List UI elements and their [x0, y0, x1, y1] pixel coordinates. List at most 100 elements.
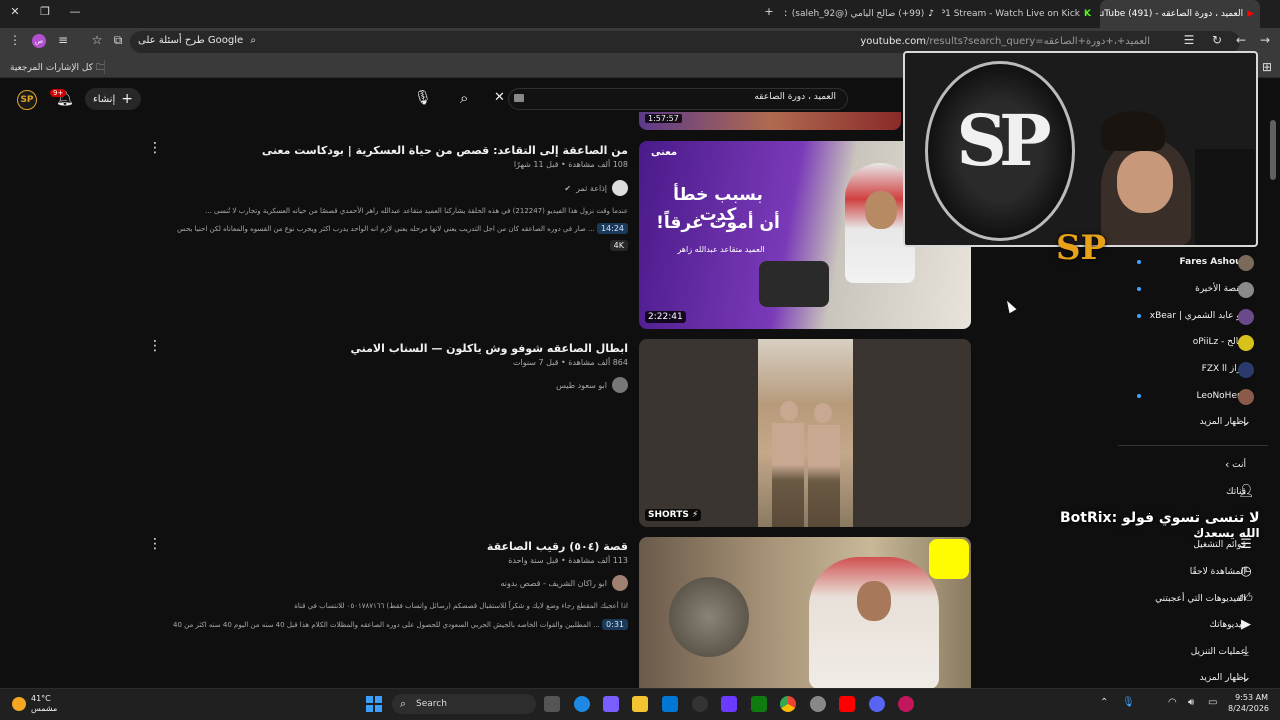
store-icon[interactable]	[662, 696, 678, 712]
cushion-figure	[669, 577, 749, 657]
person-face	[857, 581, 891, 621]
channel-link[interactable]: إذاعة ثمر ✔	[564, 180, 628, 196]
install-app-icon[interactable]: ⧉	[109, 33, 127, 48]
task-view-icon[interactable]	[544, 696, 560, 712]
apps-grid-icon[interactable]: ⊞	[1258, 60, 1276, 74]
app-icon[interactable]	[898, 696, 914, 712]
tray-chevron-icon[interactable]: ⌃	[1100, 697, 1108, 708]
chevron-down-icon[interactable]: ⌄	[1238, 670, 1254, 685]
search-value: العميد ، دورة الصاعقه	[754, 92, 836, 102]
back-icon[interactable]: →	[1256, 33, 1274, 47]
settings-icon[interactable]	[810, 696, 826, 712]
video-description: اذا أعجبك المقطع رجاء وضع لايك و شكراً ل…	[294, 602, 628, 610]
sidebar-section-you[interactable]: أنت	[1232, 460, 1246, 470]
video-thumbnail[interactable]: SHORTS ⚡	[639, 339, 971, 527]
maximize-icon[interactable]: ❐	[36, 5, 54, 18]
channel-link[interactable]: ابو راكان الشريف - قصص بدونه	[501, 575, 628, 591]
ask-google-button[interactable]: طرح أسئلة على Google ⌕	[138, 35, 256, 46]
url-text[interactable]: youtube.com/results?search_query=العميد+…	[860, 36, 1150, 47]
microphone-figure	[759, 261, 829, 307]
obs-icon[interactable]	[692, 696, 708, 712]
close-window-icon[interactable]: ✕	[6, 5, 24, 18]
chevron-left-icon: ‹	[1225, 458, 1230, 471]
video-snippet: 14:24 ... صار في دوره الصاعقه كان من اجل…	[177, 223, 628, 234]
microphone-tray-icon[interactable]: 🎙︎	[1122, 697, 1135, 708]
avatar[interactable]: SP	[17, 90, 37, 110]
timestamp-chip[interactable]: 0:31	[602, 619, 628, 630]
reload-icon[interactable]: ↻	[1208, 33, 1226, 47]
video-duration: 2:22:41	[645, 311, 686, 323]
app-icon[interactable]	[721, 696, 737, 712]
subscription-avatar	[1238, 335, 1254, 351]
mouse-cursor	[1003, 298, 1017, 314]
site-settings-icon[interactable]: ☰	[1180, 33, 1198, 47]
chrome-icon[interactable]	[780, 696, 796, 712]
4k-badge: 4K	[609, 240, 628, 251]
all-bookmarks[interactable]: كل الإشارات المرجعية 🗀	[10, 60, 105, 76]
file-explorer-icon[interactable]	[632, 696, 648, 712]
edge-icon[interactable]	[574, 696, 590, 712]
sidebar-item-liked[interactable]: الفيديوهات التي أعجبتني	[1155, 594, 1246, 604]
kick-icon: K	[1084, 9, 1091, 19]
create-label: إنشاء	[93, 93, 116, 105]
more-options-icon[interactable]: ⋮	[148, 140, 162, 156]
video-meta: 108 ألف مشاهدة • قبل 11 شهرًا	[513, 160, 628, 169]
windows-start-icon[interactable]	[366, 696, 382, 712]
battery-icon[interactable]: ▭	[1208, 697, 1217, 708]
channel-link[interactable]: ابو سعود طيس	[556, 377, 628, 393]
create-button[interactable]: إنشاء +	[85, 88, 141, 110]
youtube-icon: ▶	[1247, 9, 1254, 19]
tab-kick[interactable]: K SalehP1 Stream - Watch Live on Kick ✕	[942, 0, 1097, 28]
tab-title: العميد ، دورة الصاعقه - (491) YouTube	[1100, 9, 1244, 19]
clear-search-icon[interactable]: ✕	[494, 90, 505, 105]
chevron-down-icon[interactable]: ⌄	[1238, 414, 1254, 429]
live-indicator	[1137, 260, 1141, 264]
minimize-icon[interactable]: —	[66, 5, 84, 18]
video-title[interactable]: من الصاعقة إلى التقاعد: قصص من حياة العس…	[262, 144, 628, 157]
channel-name: إذاعة ثمر	[576, 183, 607, 193]
tab-tiktok[interactable]: ♪ (99+) صالح اليامي (@saleh_92) ✕	[785, 0, 940, 28]
sidebar-item-subscription[interactable]: Fares Ashour	[1180, 257, 1247, 267]
tab-youtube[interactable]: ▶ العميد ، دورة الصاعقه - (491) YouTube …	[1100, 0, 1260, 28]
search-icon[interactable]: ⌕	[460, 89, 468, 107]
teams-icon[interactable]	[603, 696, 619, 712]
url-host: youtube.com	[860, 36, 926, 47]
taskbar-search[interactable]: Search	[392, 694, 536, 714]
new-tab-icon[interactable]: +	[760, 5, 778, 18]
weather-widget[interactable]: 41°C مشمس	[12, 694, 57, 714]
scrollbar[interactable]	[1270, 120, 1276, 180]
sidebar-item-subscription[interactable]: ابو عابد الشمري | xBear	[1150, 311, 1246, 321]
botrix-line: الله يسعدك	[1193, 526, 1260, 540]
menu-dots-icon[interactable]: ⋮	[6, 33, 24, 47]
video-thumbnail[interactable]	[639, 537, 971, 689]
timestamp-chip[interactable]: 14:24	[596, 223, 628, 234]
reading-list-icon[interactable]: ≡	[54, 33, 72, 47]
profile-icon[interactable]: ص	[32, 34, 46, 48]
video-title[interactable]: قصة (٥٠٤) رقيب الصاعقة	[487, 540, 628, 553]
keyboard-icon[interactable]	[514, 94, 524, 102]
more-options-icon[interactable]: ⋮	[148, 338, 162, 354]
clock[interactable]: 9:53 AM 8/24/2026	[1228, 692, 1270, 714]
youtube-app-icon[interactable]	[839, 696, 855, 712]
ask-google-label: طرح أسئلة على Google	[138, 35, 244, 46]
clock-date: 8/24/2026	[1228, 704, 1270, 713]
more-options-icon[interactable]: ⋮	[148, 536, 162, 552]
discord-icon[interactable]	[869, 696, 885, 712]
shorts-badge: SHORTS ⚡	[645, 509, 702, 521]
forward-icon[interactable]: ←	[1232, 33, 1250, 47]
chair	[1195, 149, 1255, 245]
streamer-hair	[1101, 111, 1165, 151]
snippet-text: ... صار في دوره الصاعقه كان من اجل التدر…	[177, 225, 595, 233]
all-bookmarks-label: كل الإشارات المرجعية	[10, 63, 93, 73]
microphone-icon[interactable]: 🎙︎	[414, 90, 432, 106]
close-tab-icon[interactable]: ✕	[785, 9, 788, 20]
xbox-icon[interactable]	[751, 696, 767, 712]
snippet-text: ... المطلبين والقوات الخاصه بالجيش الحرب…	[173, 621, 600, 629]
wifi-icon[interactable]: ◠	[1168, 697, 1177, 708]
channel-avatar	[612, 575, 628, 591]
bookmark-star-icon[interactable]: ☆	[88, 33, 106, 47]
thumbnail-text: أن أموت غرقاً!	[656, 213, 780, 233]
video-title[interactable]: ابطال الصاعقه شوفو وش ياكلون — السناب ال…	[351, 342, 629, 355]
weather-text: مشمس	[31, 704, 58, 713]
speaker-icon[interactable]: 🔊︎	[1188, 697, 1194, 708]
